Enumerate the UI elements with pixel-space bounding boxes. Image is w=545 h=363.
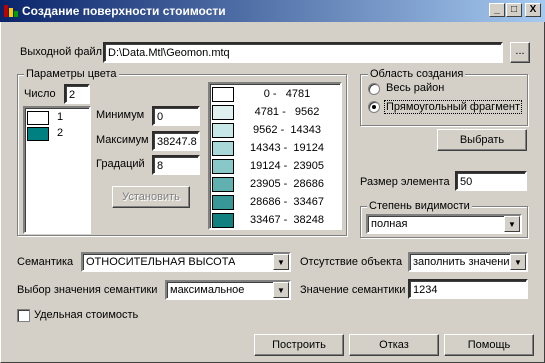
- cancel-button[interactable]: Отказ: [349, 334, 439, 356]
- minimize-button[interactable]: _: [489, 3, 505, 17]
- range-label: 28686 - 33467: [249, 196, 324, 208]
- output-file-label: Выходной файл: [20, 46, 103, 58]
- chevron-down-icon[interactable]: ▼: [273, 282, 289, 298]
- semantics-choice-value: максимальное: [170, 284, 245, 296]
- area-rect-label[interactable]: Прямоугольный фрагмент: [384, 100, 522, 114]
- min-label: Минимум: [96, 109, 145, 121]
- gradations-input[interactable]: 8: [152, 155, 200, 175]
- specific-cost-label[interactable]: Удельная стоимость: [34, 309, 138, 321]
- max-input[interactable]: 38247.8: [152, 131, 200, 151]
- range-item[interactable]: 4781 - 9562: [212, 104, 338, 121]
- select-button[interactable]: Выбрать: [437, 129, 527, 151]
- output-file-input[interactable]: D:\Data.Mtl\Geomon.mtq: [103, 42, 503, 63]
- palette-index: 2: [57, 127, 64, 139]
- semantics-choice-label: Выбор значения семантики: [17, 284, 158, 296]
- help-button[interactable]: Помощь: [444, 334, 534, 356]
- palette-swatch[interactable]: [27, 127, 49, 141]
- count-label: Число: [24, 88, 56, 100]
- semantics-value: ОТНОСИТЕЛЬНАЯ ВЫСОТА: [86, 256, 236, 268]
- max-label: Максимум: [96, 134, 149, 146]
- semantics-value-label: Значение семантики: [300, 284, 406, 296]
- color-params-title: Параметры цвета: [24, 68, 119, 80]
- element-size-label: Размер элемента: [360, 176, 450, 188]
- palette-index: 1: [57, 111, 64, 123]
- browse-button[interactable]: ...: [510, 42, 530, 63]
- range-item[interactable]: 9562 - 14343: [212, 122, 338, 139]
- ranges-list[interactable]: 0 - 4781 4781 - 9562 9562 - 14343 14343 - 1…: [208, 82, 342, 230]
- semantics-choice-select[interactable]: максимальное ▼: [165, 280, 291, 300]
- window-title: Создание поверхности стоимости: [22, 4, 226, 18]
- semantics-label: Семантика: [17, 256, 74, 268]
- missing-object-select[interactable]: заполнить значени ▼: [408, 252, 528, 272]
- range-item[interactable]: 23905 - 28686: [212, 176, 338, 193]
- semantics-value-input[interactable]: 1234: [408, 279, 528, 299]
- specific-cost-checkbox[interactable]: [17, 309, 30, 322]
- range-label: 9562 - 14343: [253, 124, 321, 136]
- range-color-swatch: [212, 123, 234, 138]
- missing-object-value: заполнить значени: [413, 256, 510, 268]
- range-label: 0 - 4781: [263, 88, 311, 100]
- area-rect-radio[interactable]: [368, 101, 380, 113]
- range-color-swatch: [212, 177, 234, 192]
- area-all-radio[interactable]: [368, 83, 380, 95]
- semantics-select[interactable]: ОТНОСИТЕЛЬНАЯ ВЫСОТА ▼: [81, 252, 291, 272]
- visibility-value: полная: [371, 218, 408, 230]
- range-color-swatch: [212, 105, 234, 120]
- range-item[interactable]: 19124 - 23905: [212, 158, 338, 175]
- missing-object-label: Отсутствие объекта: [300, 256, 403, 268]
- range-item[interactable]: 33467 - 38248: [212, 212, 338, 229]
- range-label: 33467 - 38248: [249, 214, 324, 226]
- range-label: 19124 - 23905: [249, 160, 324, 172]
- range-item[interactable]: 14343 - 19124: [212, 140, 338, 157]
- range-color-swatch: [212, 87, 234, 102]
- range-color-swatch: [212, 213, 234, 228]
- range-label: 14343 - 19124: [249, 142, 324, 154]
- visibility-select[interactable]: полная ▼: [366, 214, 522, 234]
- palette-swatch[interactable]: [27, 111, 49, 125]
- app-icon: [4, 5, 18, 17]
- area-all-label[interactable]: Весь район: [386, 82, 444, 94]
- chevron-down-icon[interactable]: ▼: [273, 254, 289, 270]
- range-label: 23905 - 28686: [249, 178, 324, 190]
- range-item[interactable]: 0 - 4781: [212, 86, 338, 103]
- close-button[interactable]: X: [525, 3, 541, 17]
- range-color-swatch: [212, 195, 234, 210]
- apply-button[interactable]: Установить: [112, 186, 190, 208]
- visibility-title: Степень видимости: [367, 200, 472, 212]
- count-input[interactable]: 2: [64, 84, 90, 104]
- chevron-down-icon[interactable]: ▼: [510, 254, 526, 270]
- area-title: Область создания: [368, 68, 466, 80]
- build-button[interactable]: Построить: [254, 334, 344, 356]
- range-item[interactable]: 28686 - 33467: [212, 194, 338, 211]
- gradations-label: Градаций: [96, 158, 145, 170]
- element-size-input[interactable]: 50: [455, 171, 527, 191]
- range-label: 4781 - 9562: [254, 106, 320, 118]
- range-color-swatch: [212, 141, 234, 156]
- palette-list[interactable]: 1 2: [23, 106, 91, 234]
- maximize-button[interactable]: □: [506, 3, 522, 17]
- min-input[interactable]: 0: [152, 106, 200, 126]
- range-color-swatch: [212, 159, 234, 174]
- chevron-down-icon[interactable]: ▼: [504, 216, 520, 232]
